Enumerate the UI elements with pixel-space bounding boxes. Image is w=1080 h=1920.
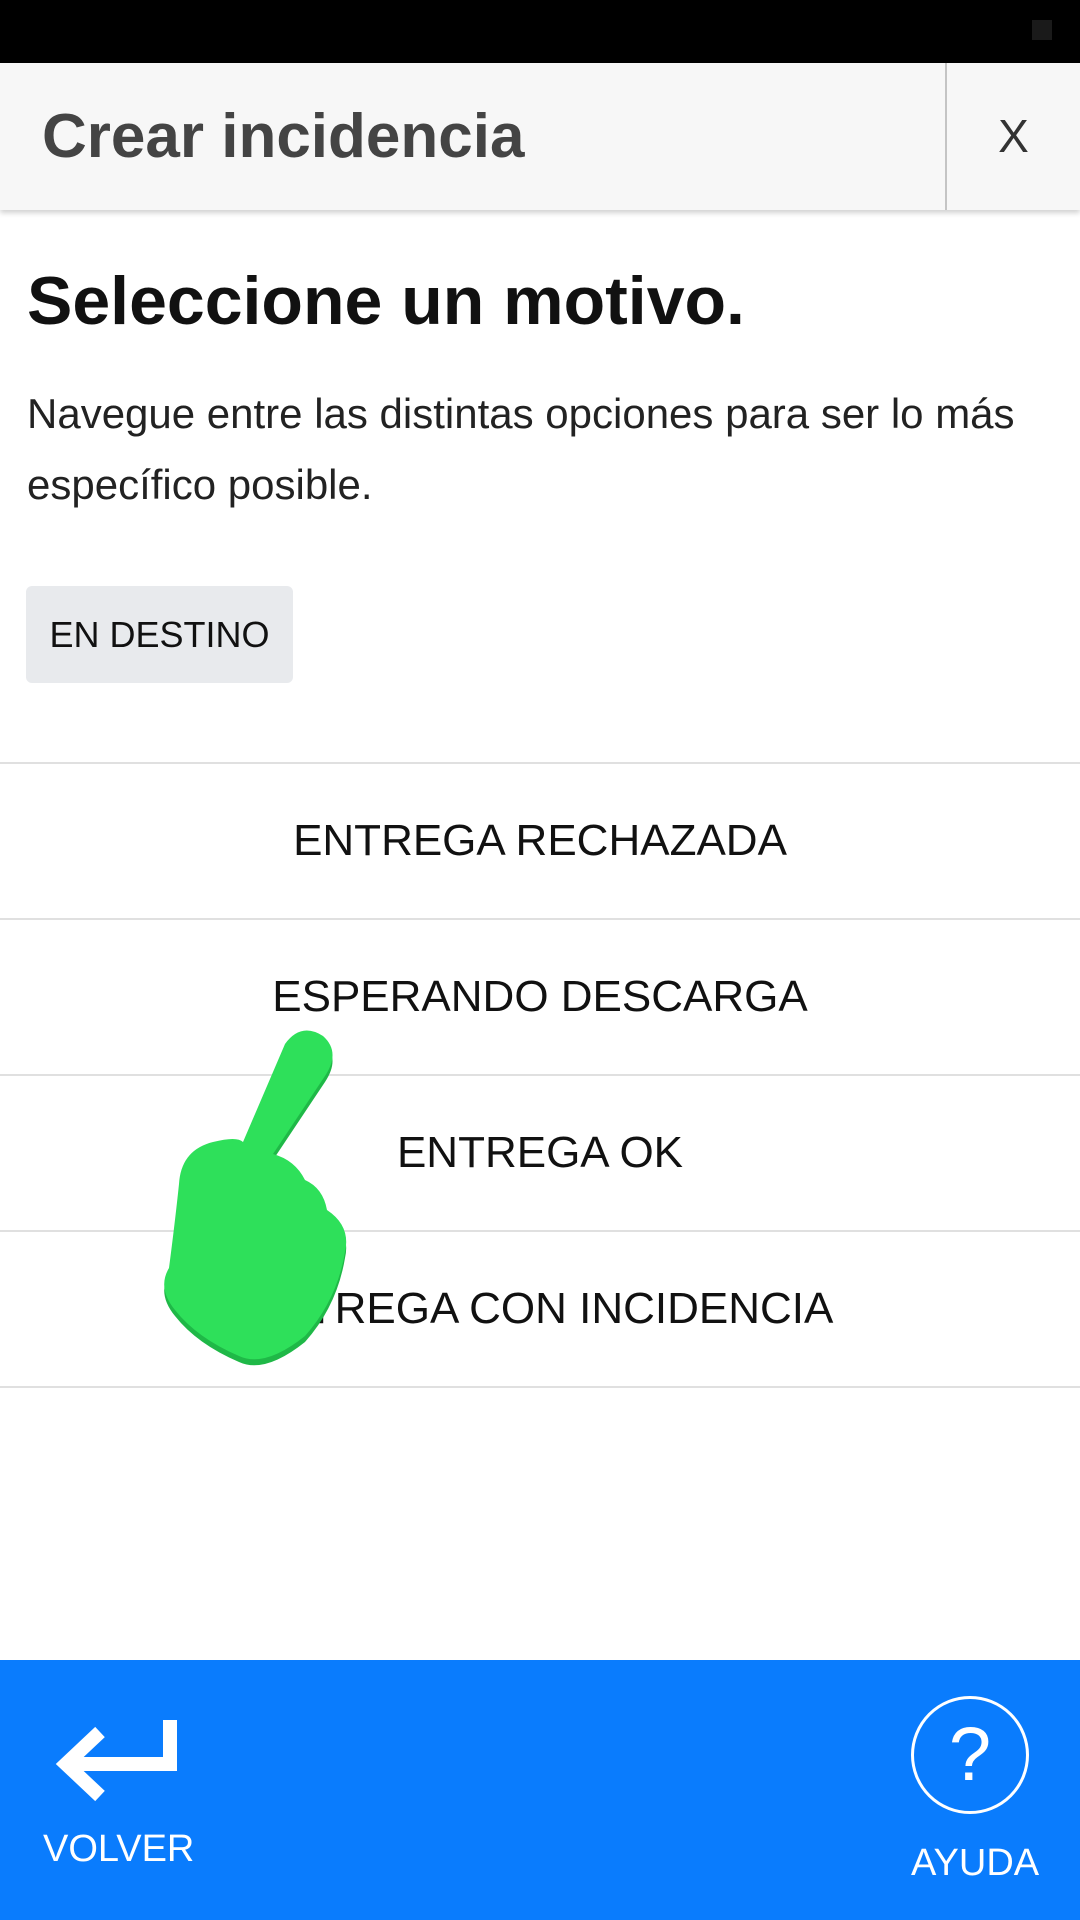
page-title: Crear incidencia (42, 102, 525, 171)
status-indicator-icon (1032, 20, 1052, 40)
category-chip-en-destino[interactable]: EN DESTINO (26, 586, 293, 683)
option-entrega-rechazada[interactable]: ENTREGA RECHAZADA (0, 762, 1080, 918)
instructions-text: Navegue entre las distintas opciones par… (27, 390, 1015, 508)
help-button[interactable]: ? AYUDA (905, 1696, 1039, 1896)
close-button[interactable]: X (947, 63, 1080, 210)
question-circle-icon: ? (911, 1696, 1029, 1814)
back-label: VOLVER (43, 1828, 195, 1870)
help-label: AYUDA (911, 1842, 1040, 1884)
pointing-hand-icon (155, 1000, 415, 1370)
return-arrow-icon (55, 1720, 177, 1802)
status-bar (0, 0, 1080, 63)
back-button[interactable]: VOLVER (38, 1718, 194, 1878)
dialog-header: Crear incidencia X (0, 63, 1080, 210)
section-heading: Seleccione un motivo. (27, 263, 745, 339)
bottom-toolbar: VOLVER ? AYUDA (0, 1660, 1080, 1920)
